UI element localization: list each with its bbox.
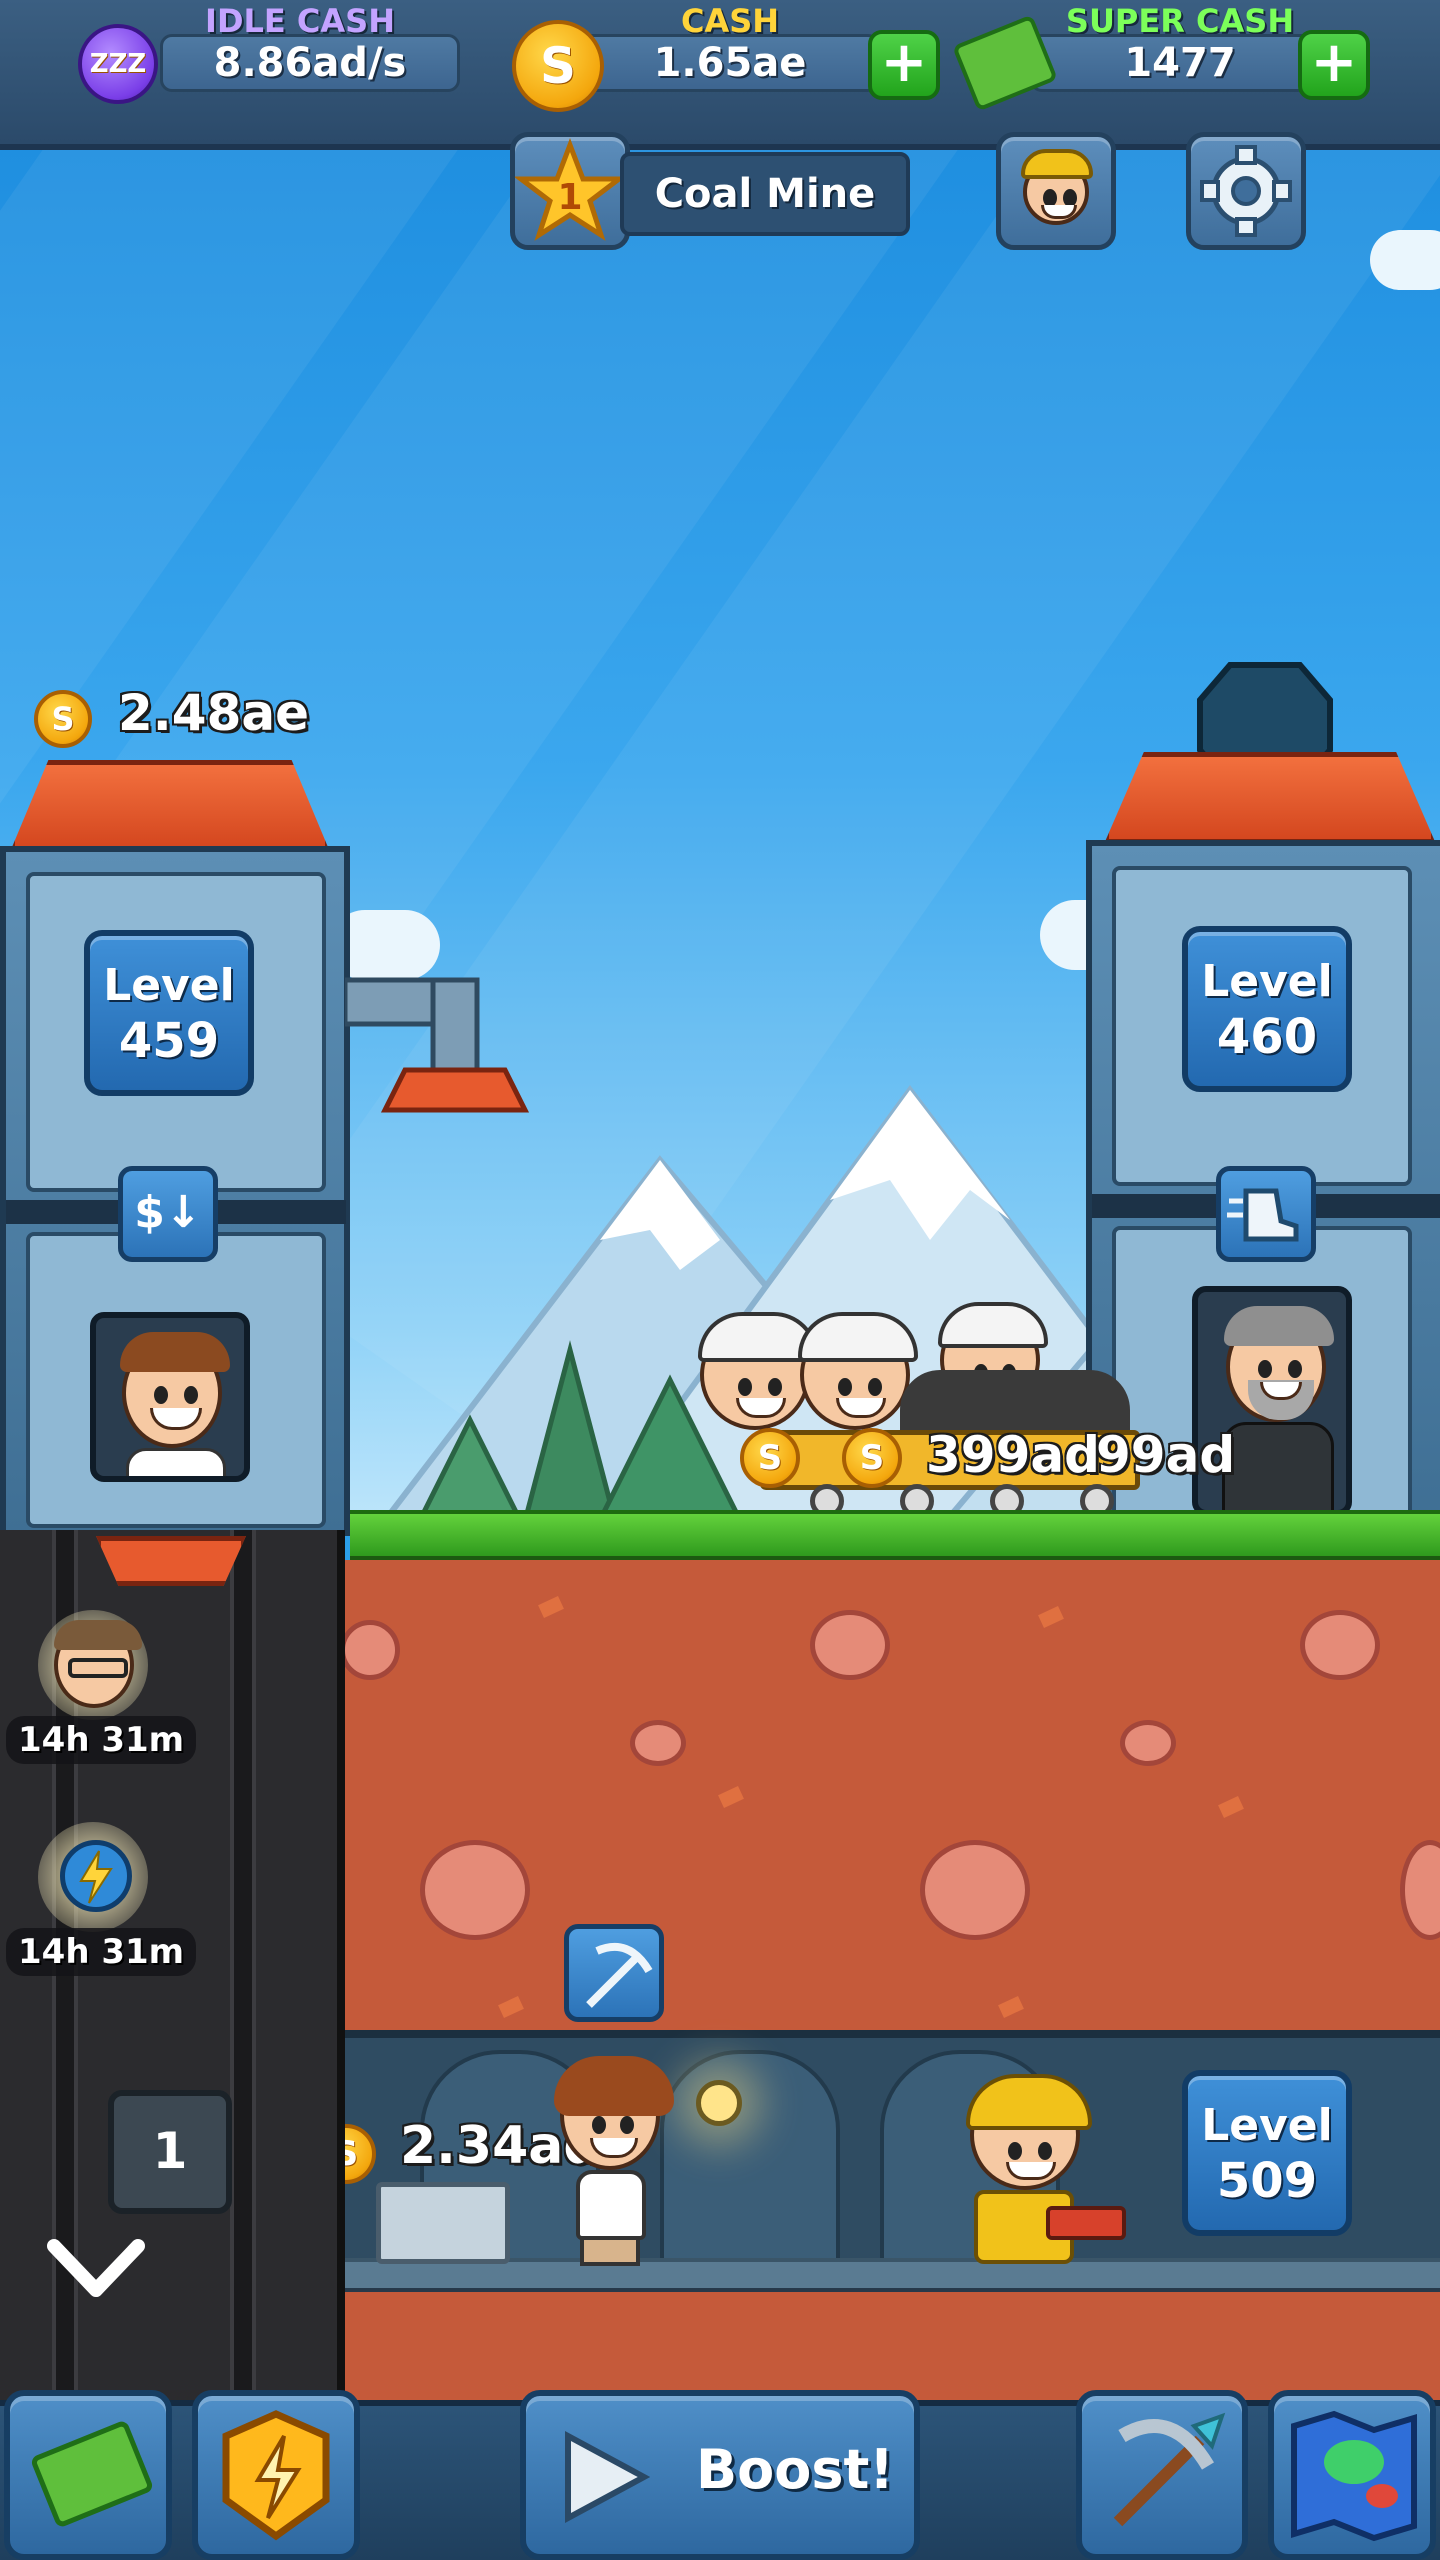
- miner-profile-icon: [1021, 149, 1093, 225]
- shaft-number-badge[interactable]: 1: [108, 2090, 232, 2214]
- warehouse-stored-cash: 2.48ae: [118, 684, 310, 742]
- shaft-manager[interactable]: [540, 2050, 680, 2270]
- pickaxe-icon: [1113, 2412, 1226, 2527]
- idle-cash-value: 8.86ad/s: [160, 34, 460, 92]
- shaft-level-button[interactable]: Level 509: [1182, 2070, 1352, 2236]
- cart-coin-icon-2: S: [842, 1428, 902, 1488]
- warehouse-pipe: [345, 977, 530, 1113]
- shaft-deposit-crate: [376, 2182, 510, 2264]
- cash-stack-icon: [29, 2419, 155, 2529]
- settings-button[interactable]: [1186, 132, 1306, 250]
- shaft-level-value: 509: [1216, 2153, 1318, 2209]
- warehouse-manager-portrait[interactable]: [90, 1312, 250, 1482]
- pickaxe-icon: [586, 1943, 653, 2008]
- warehouse-roof: [10, 760, 330, 852]
- add-super-cash-button[interactable]: +: [1298, 30, 1370, 100]
- zzz-idle-icon: ZZZ: [78, 24, 158, 104]
- coin-icon: S: [512, 20, 604, 112]
- shaft-pickaxe-button[interactable]: [564, 1924, 664, 2022]
- world-map-icon: [1291, 2410, 1417, 2542]
- boost-label: Boost!: [696, 2438, 894, 2501]
- elevator-level-label: Level: [1201, 956, 1333, 1007]
- cart-value: 399ad: [926, 1426, 1100, 1484]
- mine-name-label[interactable]: Coal Mine: [620, 152, 910, 236]
- manager-boost-timer: 14h 31m: [6, 1716, 197, 1764]
- boot-icon: [1227, 1188, 1299, 1242]
- lower-dirt: [345, 2292, 1440, 2402]
- shop-button[interactable]: [4, 2390, 172, 2560]
- elevator-cab-top[interactable]: [96, 1536, 246, 1586]
- super-cash-value: 1477: [1030, 34, 1330, 92]
- manager-boost-slot[interactable]: [38, 1610, 148, 1720]
- shield-bolt-icon: [222, 2410, 330, 2541]
- shaft-level-label: Level: [1201, 2100, 1333, 2151]
- chevron-down-icon[interactable]: [46, 2236, 146, 2302]
- cart-coin-icon: S: [740, 1428, 800, 1488]
- mine-upgrade-button[interactable]: [1076, 2390, 1248, 2560]
- miner-profile-button[interactable]: [996, 132, 1116, 250]
- grass-strip: [350, 1510, 1440, 1562]
- cash-value: 1.65ae: [580, 34, 880, 92]
- cart-value-2: 99ad: [1096, 1426, 1236, 1484]
- top-hud: ZZZ IDLE CASH 8.86ad/s CASH 1.65ae S + S…: [0, 0, 1440, 150]
- boost-shield-button[interactable]: [192, 2390, 360, 2560]
- mine-star-button[interactable]: 1: [510, 132, 630, 250]
- add-cash-button[interactable]: +: [868, 30, 940, 100]
- warehouse-coin-icon: S: [34, 690, 92, 748]
- ability-boost-timer: 14h 31m: [6, 1928, 197, 1976]
- elevator-level-button[interactable]: Level 460: [1182, 926, 1352, 1092]
- tunnel-lamp: [696, 2080, 742, 2126]
- tunnel-floor: [345, 2258, 1440, 2292]
- shaft-miners[interactable]: [950, 2070, 1130, 2270]
- lightning-icon: [60, 1840, 132, 1912]
- warehouse-level-label: Level: [103, 960, 235, 1011]
- mine-star-number: 1: [557, 177, 582, 218]
- world-map-button[interactable]: [1268, 2390, 1436, 2560]
- ability-boost-slot[interactable]: [38, 1822, 148, 1932]
- play-icon: [565, 2430, 650, 2524]
- gear-icon: [1200, 145, 1292, 237]
- warehouse-level-button[interactable]: Level 459: [84, 930, 254, 1096]
- elevator-tower-roof: [1104, 752, 1436, 844]
- elevator-skill-button[interactable]: [1216, 1166, 1316, 1262]
- elevator-level-value: 460: [1216, 1009, 1318, 1065]
- sell-button[interactable]: $↓: [118, 1166, 218, 1262]
- star-icon: 1: [515, 137, 625, 241]
- boost-button[interactable]: Boost!: [520, 2390, 920, 2560]
- warehouse-level-value: 459: [118, 1013, 220, 1069]
